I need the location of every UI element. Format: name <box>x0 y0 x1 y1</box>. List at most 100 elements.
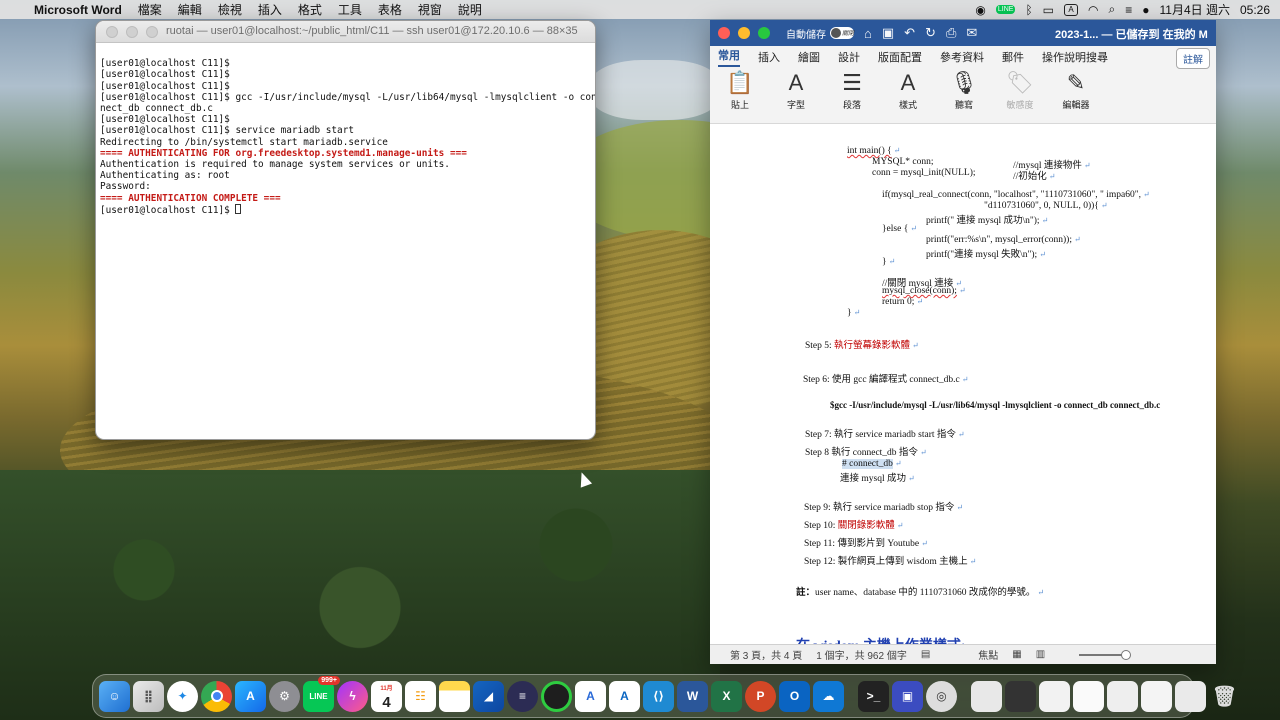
tab-design[interactable]: 設計 <box>838 49 860 65</box>
eclipse-icon[interactable]: ≡ <box>507 680 538 712</box>
save-icon[interactable]: ▣ <box>882 25 894 41</box>
remote-desktop-icon[interactable]: ▣ <box>892 680 923 712</box>
bluetooth-icon[interactable]: ᛒ <box>1025 3 1032 17</box>
terminal-output[interactable]: [user01@localhost C11]$ [user01@localhost… <box>96 43 595 242</box>
font-button[interactable]: A 字型 <box>774 68 818 111</box>
window-thumbnail[interactable] <box>1005 680 1036 712</box>
excel-icon[interactable]: X <box>711 680 742 712</box>
menu-table[interactable]: 表格 <box>378 1 402 18</box>
zoom-slider-thumb[interactable] <box>1121 649 1132 660</box>
proofing-icon[interactable]: ▤ <box>921 649 930 660</box>
instruments-icon[interactable]: A <box>575 680 606 712</box>
window-thumbnail[interactable] <box>1073 680 1104 712</box>
word-titlebar[interactable]: 自動儲存 關閉 ⌂ ▣ ↶ ↻ ⎙ ✉ 2023-1... — 已儲存到 在我的… <box>710 20 1216 46</box>
terminal-titlebar[interactable]: ruotai — user01@localhost:~/public_html/… <box>96 21 595 43</box>
terminal-line: [user01@localhost C11]$ <box>100 80 230 92</box>
menu-tools[interactable]: 工具 <box>338 1 362 18</box>
tab-references[interactable]: 參考資料 <box>940 49 984 65</box>
outlook-icon[interactable]: O <box>779 680 810 712</box>
tab-layout[interactable]: 版面配置 <box>878 49 922 65</box>
undo-icon[interactable]: ↶ <box>904 25 915 41</box>
battery-icon[interactable]: ▭ <box>1043 3 1054 17</box>
zoom-button[interactable] <box>758 27 770 39</box>
comment-button[interactable]: 註解 <box>1176 48 1210 69</box>
reminders-icon[interactable]: ☷ <box>405 680 436 712</box>
safari-icon[interactable]: ✦ <box>167 680 198 712</box>
word-app-icon[interactable]: W <box>677 680 708 712</box>
code-line: printf(" 連接 mysql 成功\n"); ↵ <box>926 216 1049 226</box>
word-window[interactable]: 自動儲存 關閉 ⌂ ▣ ↶ ↻ ⎙ ✉ 2023-1... — 已儲存到 在我的… <box>710 20 1216 664</box>
minimize-button[interactable] <box>126 25 138 38</box>
close-button[interactable] <box>106 25 118 38</box>
menu-time[interactable]: 05:26 <box>1240 3 1270 17</box>
page-count[interactable]: 第 3 頁，共 4 頁 <box>730 647 802 662</box>
menu-edit[interactable]: 編輯 <box>178 1 202 18</box>
spotlight-icon[interactable]: ⌕ <box>1109 2 1116 17</box>
paragraph-button[interactable]: ☰ 段落 <box>830 68 874 111</box>
app-store-icon[interactable]: A <box>235 680 266 712</box>
trash-icon[interactable]: 🗑 <box>1209 681 1240 712</box>
print-layout-icon[interactable]: ▦ <box>1012 649 1021 660</box>
terminal-app-icon[interactable]: >_ <box>858 680 889 712</box>
line-icon[interactable]: LINE <box>995 5 1016 14</box>
print-icon[interactable]: ⎙ <box>946 25 956 41</box>
notes-icon[interactable] <box>439 680 470 712</box>
onedrive-icon[interactable]: ☁ <box>813 680 844 712</box>
terminal-cursor <box>235 203 242 214</box>
menu-date[interactable]: 11月4日 週六 <box>1160 1 1230 18</box>
window-thumbnail[interactable] <box>1039 680 1070 712</box>
record-icon[interactable]: ◉ <box>975 3 985 17</box>
line-app-icon[interactable]: LINE 999+ <box>303 675 340 712</box>
calendar-icon[interactable]: 11月 4 <box>371 680 402 712</box>
editor-button[interactable]: ✎ 編輯器 <box>1054 68 1098 111</box>
window-thumbnail[interactable] <box>1175 680 1206 712</box>
focus-button[interactable]: 焦點 <box>978 647 998 662</box>
app-menu[interactable]: Microsoft Word <box>34 3 122 17</box>
menu-window[interactable]: 視窗 <box>418 1 442 18</box>
xcode-icon[interactable]: ◢ <box>473 680 504 712</box>
autosave-toggle[interactable]: 關閉 <box>830 27 854 39</box>
dictate-button[interactable]: 🎙 聽寫 <box>942 68 986 111</box>
window-thumbnail[interactable] <box>971 680 1002 712</box>
sensitivity-button[interactable]: 🏷 敏感度 <box>998 68 1042 111</box>
vscode-icon[interactable]: ⟨⟩ <box>643 680 674 712</box>
finder-icon[interactable]: ☺ <box>99 680 130 712</box>
tab-mailings[interactable]: 郵件 <box>1002 49 1024 65</box>
launchpad-icon[interactable]: ⣿ <box>133 680 164 712</box>
menu-help[interactable]: 說明 <box>458 1 482 18</box>
menu-format[interactable]: 格式 <box>298 1 322 18</box>
input-method-icon[interactable]: A <box>1064 3 1079 16</box>
window-thumbnail[interactable] <box>1107 680 1138 712</box>
progress-app-icon[interactable] <box>541 680 572 712</box>
tab-draw[interactable]: 繪圖 <box>798 49 820 65</box>
siri-icon[interactable]: ● <box>1142 3 1149 17</box>
minimize-button[interactable] <box>738 27 750 39</box>
close-button[interactable] <box>718 27 730 39</box>
email-icon[interactable]: ✉ <box>966 25 977 41</box>
zoom-button[interactable] <box>146 25 158 38</box>
paste-button[interactable]: 📋 貼上 <box>718 68 762 111</box>
accessibility-app-icon[interactable]: A <box>609 680 640 712</box>
wifi-icon[interactable]: ◠ <box>1088 3 1098 17</box>
tell-me-search[interactable]: 操作說明搜尋 <box>1042 49 1108 65</box>
home-icon[interactable]: ⌂ <box>864 26 872 41</box>
document-canvas[interactable]: int main() {↵ MYSQL* conn; //mysql 連接物件 ↵… <box>710 144 1216 654</box>
control-center-icon[interactable]: ≡ <box>1125 3 1132 17</box>
chrome-icon[interactable] <box>201 680 232 712</box>
styles-button[interactable]: A 樣式 <box>886 68 930 111</box>
tab-insert[interactable]: 插入 <box>758 49 780 65</box>
terminal-window[interactable]: ruotai — user01@localhost:~/public_html/… <box>95 20 596 440</box>
menu-file[interactable]: 檔案 <box>138 1 162 18</box>
window-thumbnail[interactable] <box>1141 680 1172 712</box>
menu-view[interactable]: 檢視 <box>218 1 242 18</box>
redo-icon[interactable]: ↻ <box>925 25 936 41</box>
preview-icon[interactable]: ◎ <box>926 680 957 712</box>
menu-insert[interactable]: 插入 <box>258 1 282 18</box>
web-layout-icon[interactable]: ▥ <box>1036 649 1045 660</box>
powerpoint-icon[interactable]: P <box>745 680 776 712</box>
zoom-slider[interactable] <box>1079 649 1132 660</box>
system-settings-icon[interactable]: ⚙ <box>269 680 300 712</box>
word-count[interactable]: 1 個字，共 962 個字 <box>816 647 907 662</box>
messenger-icon[interactable]: ϟ <box>337 680 368 712</box>
tab-home[interactable]: 常用 <box>718 47 740 67</box>
